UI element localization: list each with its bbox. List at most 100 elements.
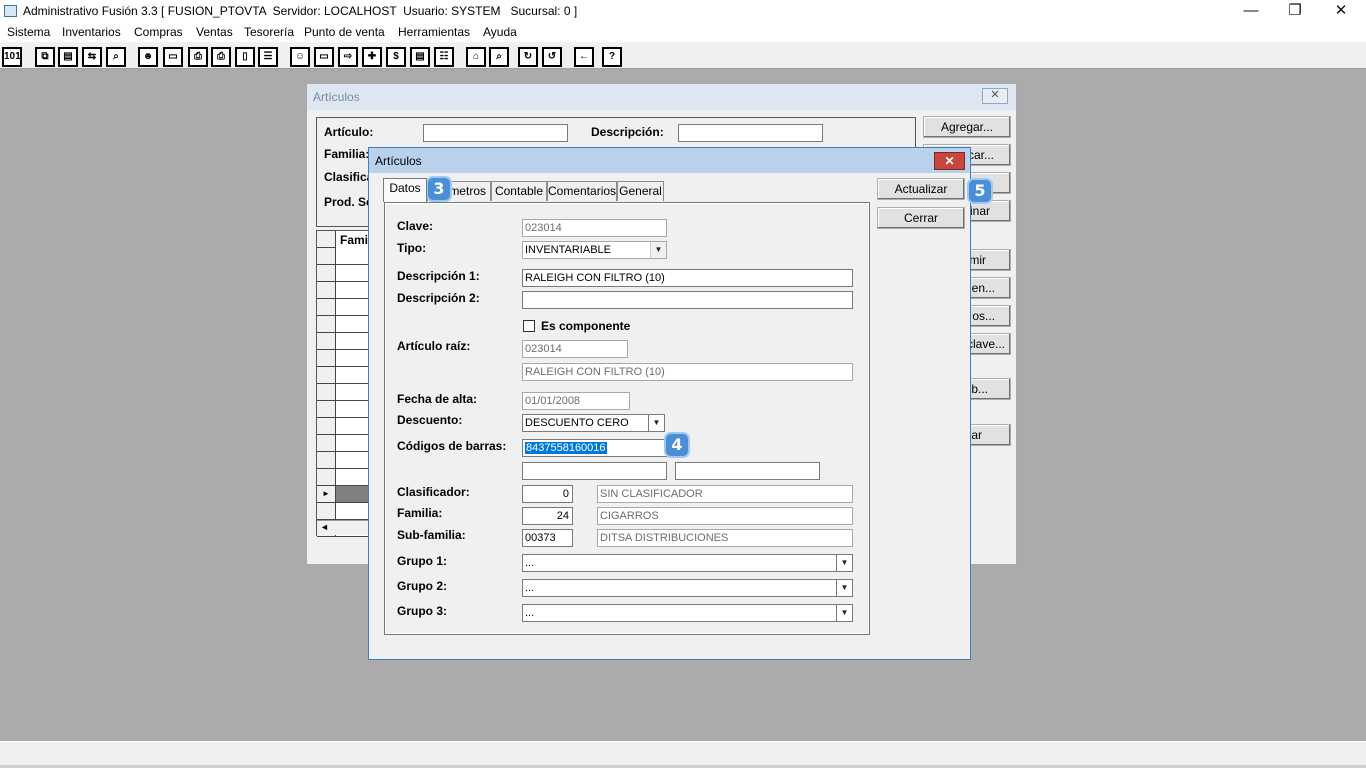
minimize-button[interactable]: — — [1228, 0, 1274, 23]
refresh-icon[interactable]: ↻ — [518, 47, 538, 67]
search-icon[interactable]: ⌕ — [106, 47, 126, 67]
descuento-select[interactable]: DESCUENTO CERO ▼ — [522, 414, 665, 432]
codigo-barras-1-value: 8437558160016 — [525, 442, 607, 454]
copy-icon[interactable]: ⧉ — [35, 47, 55, 67]
grid-row-header[interactable] — [317, 350, 336, 367]
print-preview-icon[interactable]: ⎙ — [211, 47, 231, 67]
restore-button[interactable]: ❐ — [1272, 0, 1318, 23]
menu-punto-de-venta[interactable]: Punto de venta — [304, 25, 385, 39]
window-title: Administrativo Fusión 3.3 [ FUSION_PTOVT… — [23, 4, 578, 18]
grid-row-header[interactable] — [317, 401, 336, 418]
codigo-barras-1-field[interactable]: 8437558160016 — [522, 439, 667, 457]
folder-icon[interactable]: ▭ — [163, 47, 183, 67]
table-icon[interactable]: ☷ — [434, 47, 454, 67]
articulo-filter-input[interactable] — [423, 124, 568, 142]
report-icon[interactable]: ▤ — [410, 47, 430, 67]
home-icon[interactable]: ⌂ — [466, 47, 486, 67]
subfamilia-num-field[interactable]: 00373 — [522, 529, 573, 547]
familia-num-field[interactable]: 24 — [522, 507, 573, 525]
grupo1-select[interactable]: ... ▼ — [522, 554, 853, 572]
user-icon[interactable]: ☻ — [138, 47, 158, 67]
agregar-button[interactable]: Agregar... — [923, 116, 1011, 138]
dialog-title: Artículos — [375, 154, 422, 168]
fecha-alta-field[interactable]: 01/01/2008 — [522, 392, 630, 410]
actualizar-button[interactable]: Actualizar — [877, 178, 965, 200]
grid-row-header[interactable] — [317, 418, 336, 435]
menu-tesoreria[interactable]: Tesorería — [244, 25, 294, 39]
grid-row-header[interactable] — [317, 265, 336, 282]
tab-datos[interactable]: Datos — [383, 178, 427, 202]
codigo-barras-3-field[interactable] — [675, 462, 820, 480]
tab-comentarios[interactable]: Comentarios — [547, 181, 617, 201]
dialog-close-button[interactable]: ✕ — [934, 152, 965, 170]
document-icon[interactable]: ▯ — [235, 47, 255, 67]
grupo2-select[interactable]: ... ▼ — [522, 579, 853, 597]
zoom-icon[interactable]: ⌕ — [489, 47, 509, 67]
es-componente-checkbox[interactable] — [523, 320, 535, 332]
descripcion-label: Descripción: — [591, 125, 664, 139]
articulo-raiz-desc-field[interactable]: RALEIGH CON FILTRO (10) — [522, 363, 853, 381]
menu-sistema[interactable]: Sistema — [7, 25, 50, 39]
people-icon[interactable]: ☺☺ — [290, 47, 310, 67]
grid-row-header[interactable] — [317, 248, 336, 265]
grid-horizontal-scrollbar[interactable]: ◄ — [317, 520, 375, 535]
descripcion2-label: Descripción 2: — [397, 291, 480, 305]
clasificador-desc-field[interactable]: SIN CLASIFICADOR — [597, 485, 853, 503]
box-icon[interactable]: ▭ — [314, 47, 334, 67]
menu-ventas[interactable]: Ventas — [196, 25, 233, 39]
add-icon[interactable]: ✚ — [362, 47, 382, 67]
menu-compras[interactable]: Compras — [134, 25, 183, 39]
descripcion2-field[interactable] — [522, 291, 853, 309]
clasificador-label: Clasificador: — [397, 485, 470, 499]
grid-row-header[interactable] — [317, 435, 336, 452]
clave-field[interactable]: 023014 — [522, 219, 667, 237]
swap-icon[interactable]: ⇆ — [82, 47, 102, 67]
articulos-list-close-button[interactable]: ✕ — [982, 88, 1008, 104]
grid-row-header[interactable] — [317, 282, 336, 299]
menu-herramientas[interactable]: Herramientas — [398, 25, 470, 39]
clasificador-num-field[interactable]: 0 — [522, 485, 573, 503]
chevron-down-icon: ▼ — [648, 415, 664, 431]
codigo-barras-2-field[interactable] — [522, 462, 667, 480]
grid-row-header[interactable] — [317, 469, 336, 486]
scroll-left-icon[interactable]: ◄ — [320, 522, 329, 532]
grid-row-header[interactable] — [317, 333, 336, 350]
print-icon[interactable]: ⎙ — [188, 47, 208, 67]
grid-row-header[interactable]: ► — [317, 486, 336, 503]
tab-general[interactable]: General — [617, 181, 664, 201]
tipo-select[interactable]: INVENTARIABLE ▼ — [522, 241, 667, 259]
back-icon[interactable]: ← — [574, 47, 594, 67]
subfamilia-desc-field[interactable]: DITSA DISTRIBUCIONES — [597, 529, 853, 547]
export-icon[interactable]: ⇨ — [338, 47, 358, 67]
chevron-down-icon: ▼ — [836, 580, 852, 596]
menu-ayuda[interactable]: Ayuda — [483, 25, 517, 39]
help-icon[interactable]: ? — [602, 47, 622, 67]
list-icon[interactable]: ☰ — [258, 47, 278, 67]
clasificador-label: Clasifica — [324, 170, 374, 184]
descripcion-filter-input[interactable] — [678, 124, 823, 142]
cerrar-button[interactable]: Cerrar — [877, 207, 965, 229]
calendar-icon[interactable]: 101 — [2, 47, 22, 67]
close-button[interactable]: ✕ — [1318, 0, 1364, 23]
grid-row-header[interactable] — [317, 299, 336, 316]
grid-row-header[interactable] — [317, 367, 336, 384]
grid-row-header[interactable] — [317, 452, 336, 469]
undo-icon[interactable]: ↺ — [542, 47, 562, 67]
tipo-value: INVENTARIABLE — [525, 244, 611, 256]
grupo3-value: ... — [525, 607, 535, 619]
menu-inventarios[interactable]: Inventarios — [62, 25, 121, 39]
grid-corner — [317, 231, 336, 248]
grid-row-header[interactable] — [317, 316, 336, 333]
tab-contable[interactable]: Contable — [491, 181, 547, 201]
grid-row-header[interactable] — [317, 384, 336, 401]
grid-row-header[interactable] — [317, 503, 336, 520]
step-badge-3: 3 — [428, 178, 450, 200]
money-icon[interactable]: $ — [386, 47, 406, 67]
articulo-raiz-clave-field[interactable]: 023014 — [522, 340, 628, 358]
familia-desc-field[interactable]: CIGARROS — [597, 507, 853, 525]
grupo3-select[interactable]: ... ▼ — [522, 604, 853, 622]
descripcion1-field[interactable]: RALEIGH CON FILTRO (10) — [522, 269, 853, 287]
articulos-grid[interactable]: Fami ► ◄ — [316, 230, 376, 537]
es-componente-label: Es componente — [541, 319, 631, 333]
clipboard-icon[interactable]: ▤ — [58, 47, 78, 67]
